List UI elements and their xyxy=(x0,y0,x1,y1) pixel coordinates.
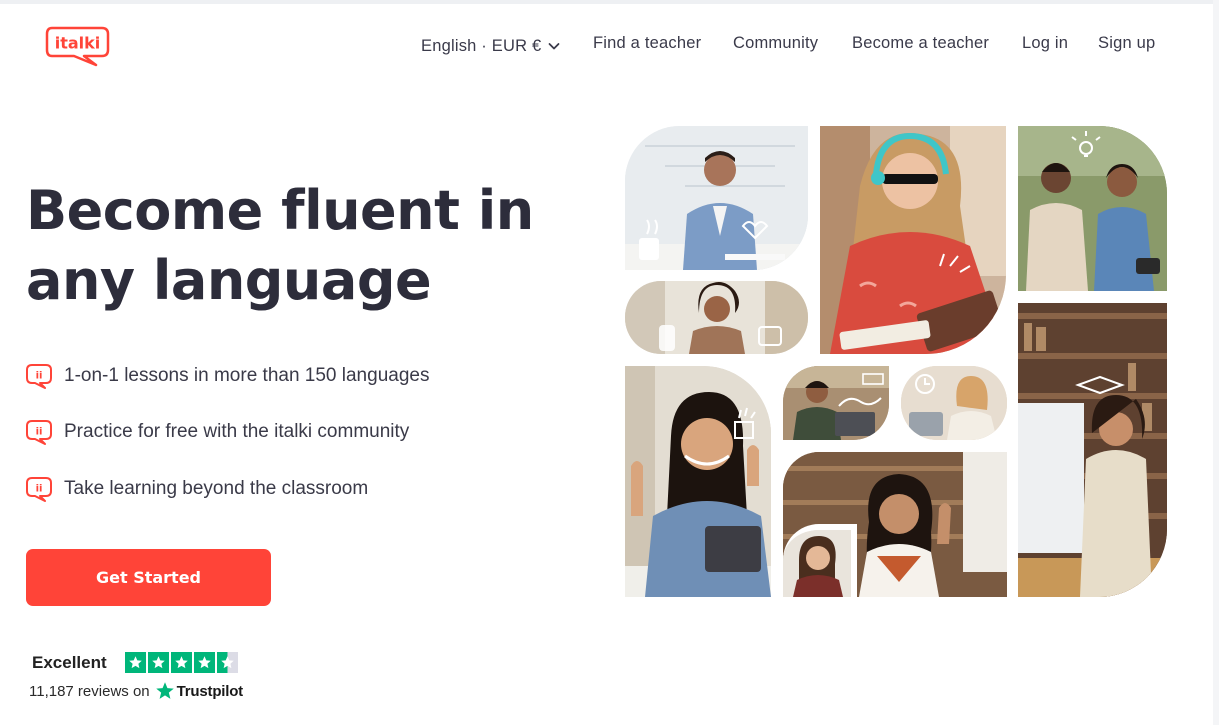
trustpilot-logo: Trustpilot xyxy=(155,681,243,701)
feature-item: ii Practice for free with the italki com… xyxy=(25,418,409,446)
italki-bubble-icon: ii xyxy=(25,362,53,390)
feature-text: Take learning beyond the classroom xyxy=(64,478,369,499)
svg-text:ii: ii xyxy=(36,427,43,438)
hero-title: Become fluent in any language xyxy=(26,176,586,316)
two-men-outdoors-photo xyxy=(1018,126,1167,291)
nav-login[interactable]: Log in xyxy=(1022,34,1068,58)
trustpilot-stars xyxy=(125,652,238,673)
italki-logo[interactable]: italki xyxy=(44,24,112,68)
man-at-whiteboard-photo xyxy=(625,126,808,270)
nav-community[interactable]: Community xyxy=(733,34,818,58)
svg-text:ii: ii xyxy=(36,484,43,495)
star-icon xyxy=(171,652,192,673)
chevron-down-icon xyxy=(547,39,561,53)
feature-item: ii 1-on-1 lessons in more than 150 langu… xyxy=(25,362,429,390)
star-icon xyxy=(148,652,169,673)
nav-become-teacher[interactable]: Become a teacher xyxy=(852,34,989,58)
feature-text: Practice for free with the italki commun… xyxy=(64,421,410,442)
get-started-button[interactable]: Get Started xyxy=(26,549,271,606)
hero-title-line-1: Become fluent in xyxy=(26,179,534,242)
window-scrollbar[interactable] xyxy=(1213,0,1219,725)
italki-bubble-icon: ii xyxy=(25,418,53,446)
star-icon xyxy=(194,652,215,673)
nav-find-teacher[interactable]: Find a teacher xyxy=(593,34,701,58)
svg-text:italki: italki xyxy=(55,34,101,53)
trustpilot-rating-label: Excellent xyxy=(32,653,107,672)
woman-small-photo xyxy=(783,524,857,597)
hero-photo-collage xyxy=(625,126,1167,598)
top-border xyxy=(0,0,1219,4)
trustpilot-reviews[interactable]: 11,187 reviews on Trustpilot xyxy=(29,681,243,701)
woman-with-headphones-photo xyxy=(820,126,1006,354)
hero-title-line-2: any language xyxy=(26,249,432,312)
half-star-icon xyxy=(217,652,238,673)
feature-text: 1-on-1 lessons in more than 150 language… xyxy=(64,365,430,386)
italki-bubble-icon: ii xyxy=(25,475,53,503)
language-currency-selector[interactable]: English · EUR € xyxy=(421,34,561,58)
woman-waving-at-tablet-photo xyxy=(625,366,771,597)
woman-in-library-photo xyxy=(1018,303,1167,597)
woman-clock-photo xyxy=(901,366,1007,440)
trustpilot-star-icon xyxy=(155,682,174,699)
reviews-count: 11,187 reviews on xyxy=(29,682,150,700)
language-currency-label: English · EUR € xyxy=(421,36,542,55)
trustpilot-brand-name: Trustpilot xyxy=(176,682,244,700)
star-icon xyxy=(125,652,146,673)
woman-at-desk-photo xyxy=(625,281,808,354)
man-laptop-photo xyxy=(783,366,889,440)
nav-signup[interactable]: Sign up xyxy=(1098,34,1155,58)
feature-item: ii Take learning beyond the classroom xyxy=(25,475,368,503)
svg-text:ii: ii xyxy=(36,371,43,382)
